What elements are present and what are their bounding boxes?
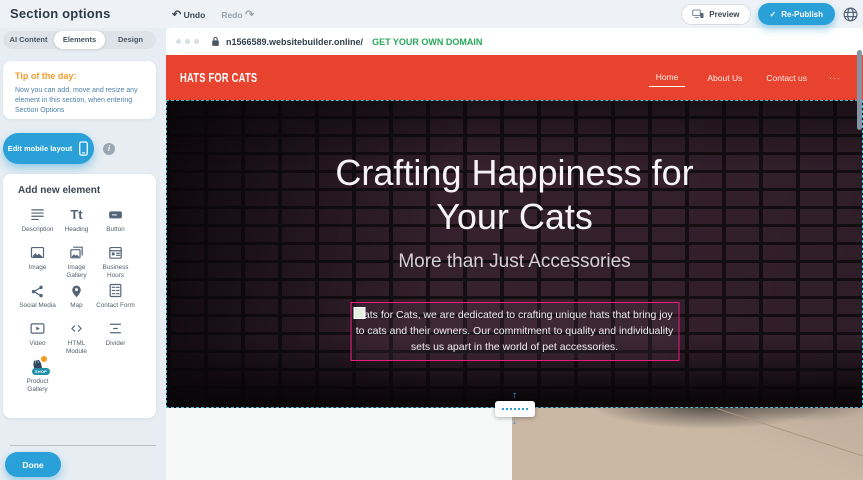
hero-heading[interactable]: Crafting Happiness for Your Cats [265, 151, 765, 239]
nav-contact-us[interactable]: Contact us [764, 69, 809, 87]
element-social-media[interactable]: Social Media [18, 281, 57, 319]
drag-handle[interactable] [353, 307, 365, 319]
element-divider[interactable]: Divider [96, 319, 135, 357]
video-icon [18, 319, 57, 338]
html-module-icon [57, 319, 96, 338]
social-media-icon [18, 281, 57, 300]
add-element-panel: Add new element Description Tt Heading B… [3, 174, 156, 418]
browser-dots-icon [176, 39, 199, 44]
preview-button[interactable]: Preview [681, 4, 750, 25]
tip-title: Tip of the day: [15, 71, 144, 81]
globe-icon[interactable] [842, 6, 859, 23]
element-map[interactable]: Map [57, 281, 96, 319]
element-grid: Description Tt Heading Button Image Imag… [18, 205, 156, 395]
element-image[interactable]: Image [18, 243, 57, 281]
hero-section[interactable]: Crafting Happiness for Your Cats More th… [166, 100, 863, 408]
site-preview: n1566589.websitebuilder.online/ GET YOUR… [166, 28, 863, 480]
sale-badge-icon [40, 355, 48, 363]
element-button[interactable]: Button [96, 205, 135, 243]
element-html-module[interactable]: HTML Module [57, 319, 96, 357]
sidebar-tabs: AI Content Elements Design [3, 31, 156, 49]
hero-subheading[interactable]: More than Just Accessories [315, 251, 715, 273]
nav-more-icon[interactable]: ··· [829, 73, 841, 83]
contact-form-icon [96, 281, 135, 300]
element-business-hours[interactable]: Business Hours [96, 243, 135, 281]
tip-of-the-day-card: Tip of the day: Now you can add, move an… [3, 61, 156, 119]
nav-about-us[interactable]: About Us [705, 69, 744, 87]
shop-badge: SHOP [32, 368, 50, 375]
done-button[interactable]: Done [5, 452, 61, 477]
republish-button[interactable]: ✓ Re-Publish [758, 3, 835, 25]
check-icon: ✓ [770, 10, 777, 19]
heading-icon: Tt [57, 205, 96, 224]
edit-mobile-row: Edit mobile layout i [3, 133, 115, 164]
browser-bar: n1566589.websitebuilder.online/ GET YOUR… [166, 28, 863, 55]
element-heading[interactable]: Tt Heading [57, 205, 96, 243]
tip-body: Now you can add, move and resize any ele… [15, 86, 144, 116]
redo-icon: ↷ [245, 9, 254, 21]
element-product-gallery[interactable]: SHOP Product Gallery [18, 357, 57, 395]
map-icon [57, 281, 96, 300]
redo-button[interactable]: Redo ↷ [221, 8, 254, 21]
undo-button[interactable]: ↶ Undo [172, 8, 205, 21]
tab-design[interactable]: Design [105, 31, 156, 49]
image-icon [18, 243, 57, 262]
section-resize-handle[interactable]: ↑ ↓ [495, 401, 535, 417]
site-url: n1566589.websitebuilder.online/ [226, 37, 363, 47]
add-element-title: Add new element [18, 185, 156, 196]
undo-redo-group: ↶ Undo Redo ↷ [172, 0, 254, 28]
site-nav: Home About Us Contact us ··· [649, 55, 841, 100]
element-video[interactable]: Video [18, 319, 57, 357]
devices-icon [692, 9, 704, 19]
divider-icon [96, 319, 135, 338]
sidebar-divider [10, 445, 156, 446]
edit-mobile-layout-button[interactable]: Edit mobile layout [3, 133, 94, 164]
element-description[interactable]: Description [18, 205, 57, 243]
get-domain-link[interactable]: GET YOUR OWN DOMAIN [372, 37, 482, 47]
site-header: HATS FOR CATS Home About Us Contact us ·… [166, 55, 863, 100]
undo-icon: ↶ [172, 9, 181, 21]
next-section-image[interactable] [512, 408, 863, 480]
description-icon [18, 205, 57, 224]
tab-ai-content[interactable]: AI Content [3, 31, 54, 49]
tab-elements[interactable]: Elements [54, 31, 105, 49]
phone-icon [78, 141, 89, 156]
top-toolbar: Section options ↶ Undo Redo ↷ Preview ✓ … [0, 0, 863, 28]
page-title: Section options [10, 6, 111, 21]
resize-arrow-down-icon: ↓ [512, 417, 517, 427]
product-gallery-icon: SHOP [18, 357, 57, 376]
element-image-gallery[interactable]: Image Gallery [57, 243, 96, 281]
hero-paragraph-selected[interactable]: Hats for Cats, we are dedicated to craft… [350, 302, 679, 361]
next-section-blank [166, 408, 512, 480]
toolbar-actions: Preview ✓ Re-Publish [681, 0, 859, 28]
button-icon [96, 205, 135, 224]
element-contact-form[interactable]: Contact Form [96, 281, 135, 319]
grip-dots-icon [502, 408, 528, 410]
nav-home[interactable]: Home [649, 68, 686, 87]
preview-scrollbar[interactable] [857, 50, 862, 130]
lock-icon [211, 36, 220, 47]
image-gallery-icon [57, 243, 96, 262]
resize-arrow-up-icon: ↑ [512, 391, 517, 401]
business-hours-icon [96, 243, 135, 262]
site-logo[interactable]: HATS FOR CATS [180, 70, 257, 85]
section-options-sidebar: AI Content Elements Design Tip of the da… [0, 28, 166, 480]
info-icon[interactable]: i [103, 143, 115, 155]
